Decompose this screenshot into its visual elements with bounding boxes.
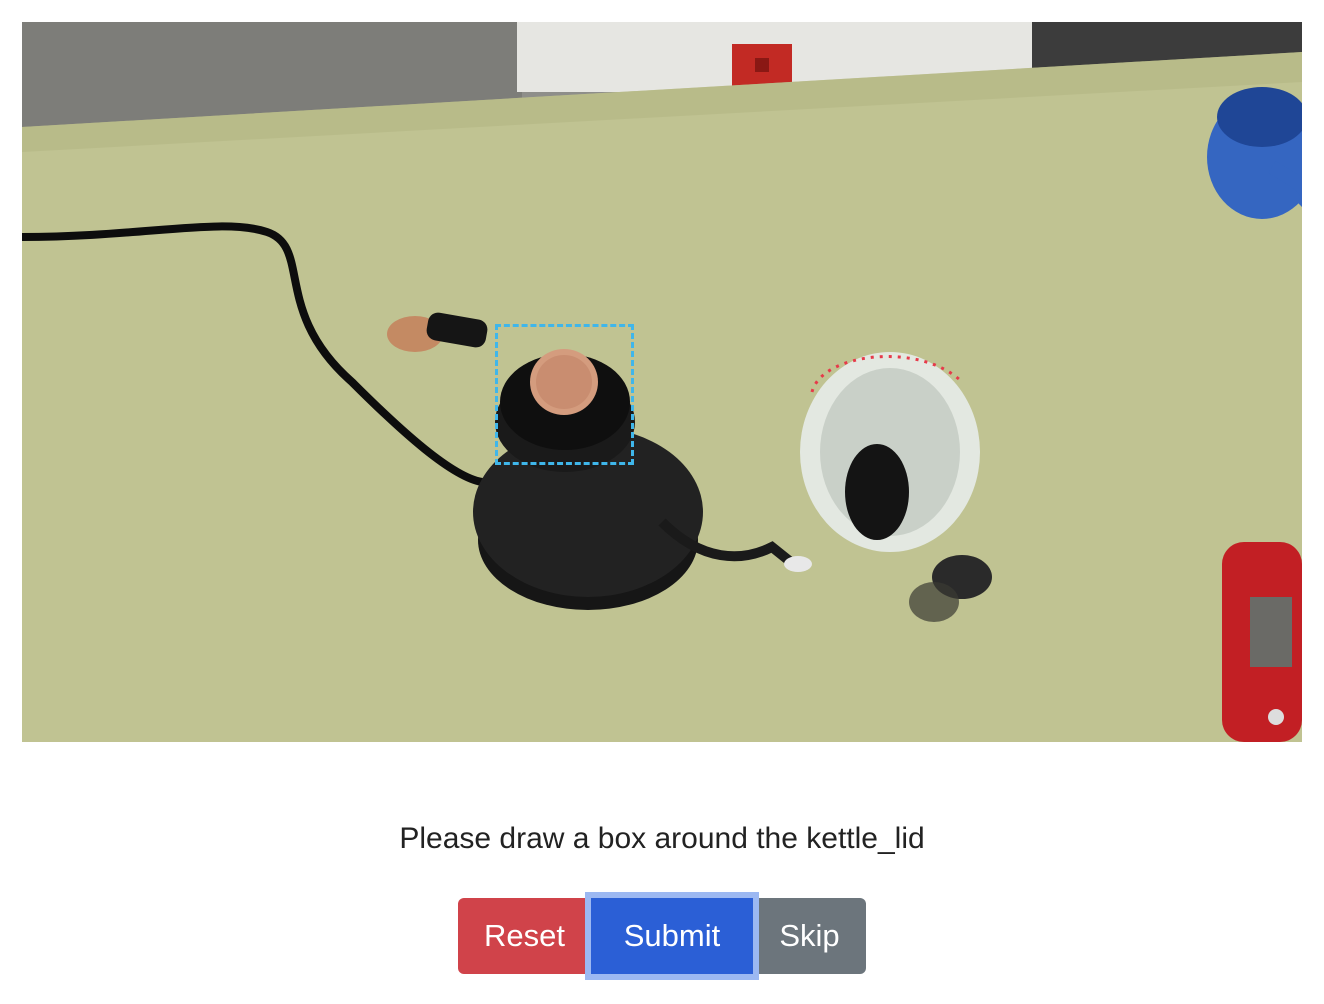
annotation-image-canvas[interactable] — [22, 22, 1302, 742]
action-button-group: Reset Submit Skip — [458, 898, 866, 974]
scene-photo — [22, 22, 1302, 742]
skip-button[interactable]: Skip — [753, 898, 866, 974]
reset-button[interactable]: Reset — [458, 898, 591, 974]
submit-button[interactable]: Submit — [591, 898, 753, 974]
instruction-text: Please draw a box around the kettle_lid — [399, 822, 925, 855]
bounding-box-annotation[interactable] — [495, 324, 634, 465]
